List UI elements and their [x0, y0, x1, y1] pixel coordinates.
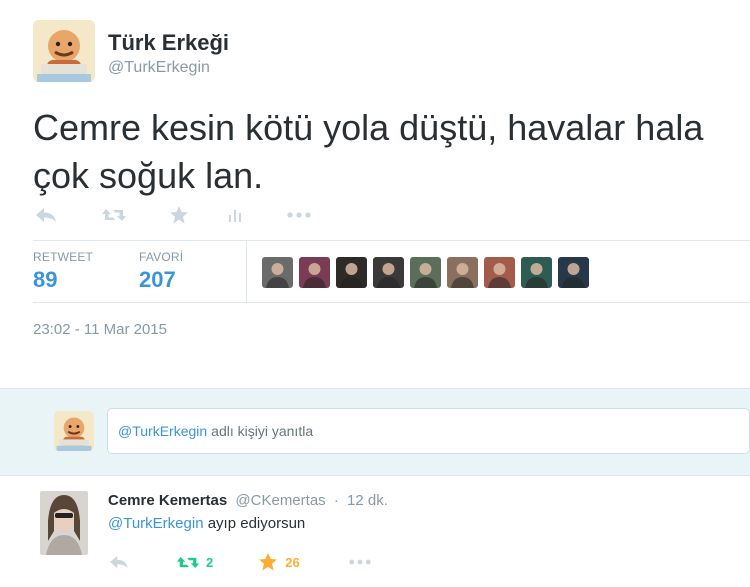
reply-tweet: Cemre Kemertas @CKemertas · 12 dk. @Turk…	[0, 476, 750, 587]
tweet-text: Cemre kesin kötü yola düştü, havalar hal…	[33, 107, 704, 196]
reply-retweet-count[interactable]: 2	[206, 555, 213, 570]
retweet-label: RETWEET	[33, 250, 94, 264]
favorer-avatar[interactable]	[410, 257, 441, 288]
favorite-count[interactable]: 207	[139, 267, 183, 293]
reply-input[interactable]: @TurkErkegin adlı kişiyi yanıtla	[107, 408, 750, 454]
reply-actions: 2 26	[108, 551, 374, 573]
reply-author-handle[interactable]: @CKemertas	[235, 492, 325, 509]
retweet-stat[interactable]: RETWEET 89	[33, 250, 93, 293]
favorer-avatar[interactable]	[447, 257, 478, 288]
favorers-list	[262, 257, 595, 288]
tweet-actions	[33, 202, 313, 228]
favorer-avatar[interactable]	[336, 257, 367, 288]
favorite-icon[interactable]	[257, 549, 279, 575]
stats-icon[interactable]	[225, 202, 247, 228]
retweet-count[interactable]: 89	[33, 267, 93, 293]
author-avatar[interactable]	[33, 20, 95, 82]
favorite-stat[interactable]: FAVORİ 207	[139, 250, 183, 293]
reply-favorite-count[interactable]: 26	[285, 555, 299, 570]
favorite-icon[interactable]	[167, 202, 191, 228]
main-tweet: Türk Erkeği @TurkErkegin Cemre kesin köt…	[0, 0, 750, 388]
favorer-avatar[interactable]	[484, 257, 515, 288]
divider	[33, 240, 750, 241]
retweet-icon[interactable]	[176, 549, 200, 575]
favorer-avatar[interactable]	[373, 257, 404, 288]
reply-icon[interactable]	[108, 549, 130, 575]
reply-author-name[interactable]: Cemre Kemertas	[108, 492, 227, 509]
divider	[33, 302, 750, 303]
reply-header: Cemre Kemertas @CKemertas · 12 dk.	[108, 492, 388, 509]
favorer-avatar[interactable]	[558, 257, 589, 288]
current-user-avatar	[54, 411, 94, 451]
reply-text-body: ayıp ediyorsun	[207, 515, 306, 532]
reply-time[interactable]: 12 dk.	[347, 492, 388, 509]
reply-compose: @TurkErkegin adlı kişiyi yanıtla	[0, 388, 750, 476]
reply-mention: @TurkErkegin	[118, 423, 208, 439]
reply-placeholder: adlı kişiyi yanıtla	[211, 423, 314, 439]
author-name[interactable]: Türk Erkeği	[108, 30, 229, 56]
reply-text-mention[interactable]: @TurkErkegin	[108, 515, 204, 532]
favorer-avatar[interactable]	[521, 257, 552, 288]
tweet-timestamp[interactable]: 23:02 - 11 Mar 2015	[33, 321, 167, 338]
favorer-avatar[interactable]	[299, 257, 330, 288]
reply-text: @TurkErkegin ayıp ediyorsun	[108, 515, 305, 532]
favorer-avatar[interactable]	[262, 257, 293, 288]
retweet-icon[interactable]	[101, 202, 127, 228]
author-handle[interactable]: @TurkErkegin	[108, 59, 210, 77]
stats-divider	[246, 241, 247, 302]
reply-icon[interactable]	[33, 202, 59, 228]
separator: ·	[333, 492, 339, 509]
more-icon[interactable]	[285, 202, 313, 228]
reply-author-avatar[interactable]	[40, 491, 88, 555]
favorite-label: FAVORİ	[139, 250, 184, 264]
more-icon[interactable]	[346, 549, 374, 575]
